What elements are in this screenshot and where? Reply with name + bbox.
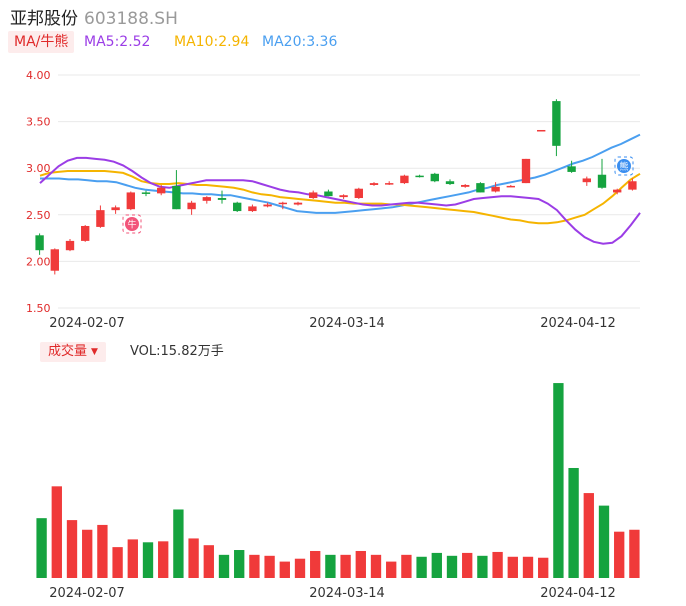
- candle-body: [50, 249, 59, 271]
- volume-bar: [294, 558, 306, 578]
- candle-body: [233, 202, 242, 212]
- candle-body: [309, 192, 318, 199]
- candle-body: [111, 207, 120, 211]
- x-tick-label: 2024-02-07: [49, 586, 125, 601]
- volume-bar: [614, 531, 625, 578]
- candle-body: [445, 181, 455, 185]
- candle-body: [65, 240, 75, 251]
- x-tick-label: 2024-02-07: [49, 316, 125, 331]
- volume-bar: [340, 554, 351, 578]
- candle-body: [582, 178, 591, 183]
- volume-bar: [142, 542, 154, 578]
- volume-bar: [325, 554, 336, 578]
- volume-bar: [264, 555, 275, 578]
- y-tick-label: 4.00: [26, 69, 51, 82]
- volume-bar: [629, 529, 640, 578]
- volume-bar: [249, 554, 260, 578]
- volume-bar: [370, 554, 382, 578]
- volume-bar: [127, 539, 138, 578]
- volume-bar: [431, 552, 442, 578]
- volume-bar: [188, 538, 199, 578]
- volume-bar: [583, 493, 594, 578]
- candle-body: [263, 204, 272, 207]
- candle-body: [476, 183, 485, 193]
- volume-bar: [112, 547, 123, 578]
- candle-body: [415, 175, 424, 178]
- candle-body: [217, 198, 227, 200]
- volume-bar: [234, 550, 245, 578]
- y-tick-label: 1.50: [26, 302, 51, 315]
- volume-bar: [97, 524, 108, 578]
- volume-bar: [51, 486, 62, 578]
- candle-body: [141, 192, 151, 194]
- candle-body: [172, 185, 181, 210]
- volume-bar: [173, 509, 184, 578]
- bear-icon: 熊: [614, 156, 634, 176]
- candle-body: [613, 189, 622, 193]
- candle-body: [126, 192, 135, 210]
- volume-bar: [310, 550, 321, 578]
- candle-body: [293, 202, 303, 205]
- stock-chart[interactable]: 4.003.503.002.502.001.50牛熊2024-02-07 2024…: [0, 0, 686, 606]
- x-tick-label: 2024-03-14: [309, 316, 385, 331]
- candle-body: [202, 197, 211, 201]
- volume-bar: [553, 383, 564, 578]
- volume-bar: [568, 467, 579, 578]
- candle-body: [324, 191, 333, 197]
- volume-bar: [522, 556, 534, 578]
- volume-bar: [401, 554, 412, 578]
- candle-body: [354, 188, 363, 199]
- volume-bar: [82, 529, 93, 578]
- candle-body: [81, 225, 90, 241]
- candle-body: [278, 202, 287, 205]
- candle-body: [187, 202, 196, 210]
- volume-bar: [355, 550, 366, 578]
- volume-bar: [386, 561, 397, 578]
- volume-bar: [477, 555, 488, 578]
- candle-body: [491, 186, 500, 192]
- candle-body: [552, 101, 561, 146]
- volume-bar: [462, 552, 473, 578]
- volume-bar: [538, 557, 549, 578]
- volume-bar: [158, 541, 169, 578]
- bear-icon-glyph: 熊: [619, 161, 628, 173]
- candle-body: [400, 175, 409, 184]
- volume-bar: [218, 554, 230, 578]
- volume-bar: [203, 545, 214, 578]
- volume-bar: [598, 505, 610, 578]
- y-tick-label: 2.00: [26, 255, 51, 268]
- y-tick-label: 3.50: [26, 116, 51, 129]
- candle-body: [385, 183, 394, 185]
- candle-body: [521, 158, 531, 184]
- x-tick-label: 2024-03-14: [309, 586, 385, 601]
- candle-body: [567, 166, 576, 172]
- candle-body: [461, 184, 470, 187]
- x-tick-label: 2024-04-12: [540, 316, 616, 331]
- volume-bar: [36, 518, 47, 578]
- candle-body: [597, 174, 607, 188]
- y-tick-label: 2.50: [26, 209, 51, 222]
- volume-bar: [279, 561, 290, 578]
- bull-icon: 牛: [122, 214, 142, 234]
- candle-body: [537, 129, 546, 132]
- candle-body: [35, 235, 44, 251]
- volume-bar: [492, 551, 503, 578]
- x-tick-label: 2024-04-12: [540, 586, 616, 601]
- candle-body: [157, 187, 166, 194]
- candle-body: [506, 185, 515, 188]
- candle-body: [430, 173, 439, 182]
- bull-icon-glyph: 牛: [127, 219, 136, 231]
- volume-bar: [416, 556, 427, 578]
- volume-bar: [507, 556, 518, 578]
- candle-body: [369, 183, 379, 185]
- candle-body: [248, 206, 257, 212]
- volume-bar: [66, 520, 78, 578]
- volume-bar: [446, 555, 458, 578]
- candle-body: [628, 181, 637, 190]
- candle-body: [96, 210, 105, 227]
- candle-body: [339, 195, 348, 198]
